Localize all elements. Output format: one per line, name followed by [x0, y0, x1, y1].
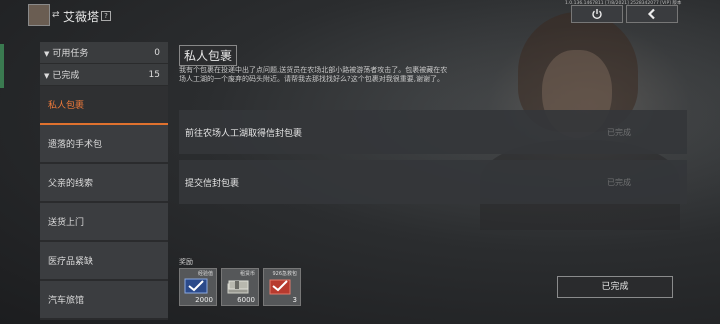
back-button[interactable] [626, 5, 678, 23]
reward-name: 经验值 [197, 271, 213, 277]
category-count: 0 [154, 47, 160, 58]
chevron-down-icon: ▼ [44, 50, 50, 58]
quest-item-surgical-kit[interactable]: 遗落的手术包 [40, 125, 168, 164]
quest-description: 我有个包裹在投递中出了点问题,送货员在农场北部小路被游荡者攻击了。包裹被藏在农场… [179, 66, 448, 83]
swap-icon[interactable]: ⇄ [52, 10, 60, 20]
character-name: 艾薇塔 [63, 10, 100, 24]
reward-medkit[interactable]: 926急救包 3 [263, 268, 301, 306]
reward-name: 租赁币 [239, 271, 255, 277]
cash-icon [227, 280, 249, 294]
quest-item-motel[interactable]: 汽车旅馆 [40, 281, 168, 320]
quest-item-father-clue[interactable]: 父亲的线索 [40, 164, 168, 203]
chevron-down-icon: ▼ [44, 72, 50, 80]
medkit-icon [269, 279, 291, 295]
power-button[interactable] [571, 5, 623, 23]
quest-item-medical-shortage[interactable]: 医疗品紧缺 [40, 242, 168, 281]
objective-row: 提交信封包裹 已完成 [179, 160, 687, 204]
reward-name: 926急救包 [272, 271, 297, 277]
power-icon [592, 9, 602, 20]
rewards-label: 奖励 [179, 258, 193, 266]
quest-item-delivery[interactable]: 送货上门 [40, 203, 168, 242]
chevron-left-icon [647, 8, 655, 20]
category-available[interactable]: ▼ 可用任务 0 [40, 42, 168, 64]
complete-button[interactable]: 已完成 [557, 276, 673, 298]
objective-text: 提交信封包裹 [185, 178, 240, 189]
objective-text: 前往农场人工湖取得信封包裹 [185, 128, 303, 139]
avatar[interactable] [28, 4, 50, 26]
category-count: 15 [148, 69, 160, 80]
reward-experience[interactable]: 经验值 2000 [179, 268, 217, 306]
quest-title: 私人包裹 [179, 45, 238, 66]
reward-cash[interactable]: 租赁币 6000 [221, 268, 259, 306]
experience-icon [184, 278, 208, 294]
quest-item-private-package[interactable]: 私人包裹 [40, 86, 168, 125]
top-bar: ⇄ 艾薇塔 ? 1.0.136.1467811 [7/8/2021] 25283… [0, 0, 720, 30]
objective-status: 已完成 [607, 177, 631, 187]
reward-count: 3 [292, 296, 297, 304]
reward-count: 2000 [195, 296, 213, 304]
objective-row: 前往农场人工湖取得信封包裹 已完成 [179, 110, 687, 154]
reward-count: 6000 [237, 296, 255, 304]
category-label: ▼ 已完成 [44, 71, 80, 81]
objective-status: 已完成 [607, 127, 631, 137]
quest-list: ▼ 可用任务 0 ▼ 已完成 15 私人包裹 遗落的手术包 父亲的线索 送货上门 医… [40, 42, 168, 324]
category-completed[interactable]: ▼ 已完成 15 [40, 64, 168, 86]
category-label: ▼ 可用任务 [44, 49, 89, 59]
help-icon[interactable]: ? [101, 11, 111, 21]
side-drawer-tab[interactable] [0, 44, 4, 88]
